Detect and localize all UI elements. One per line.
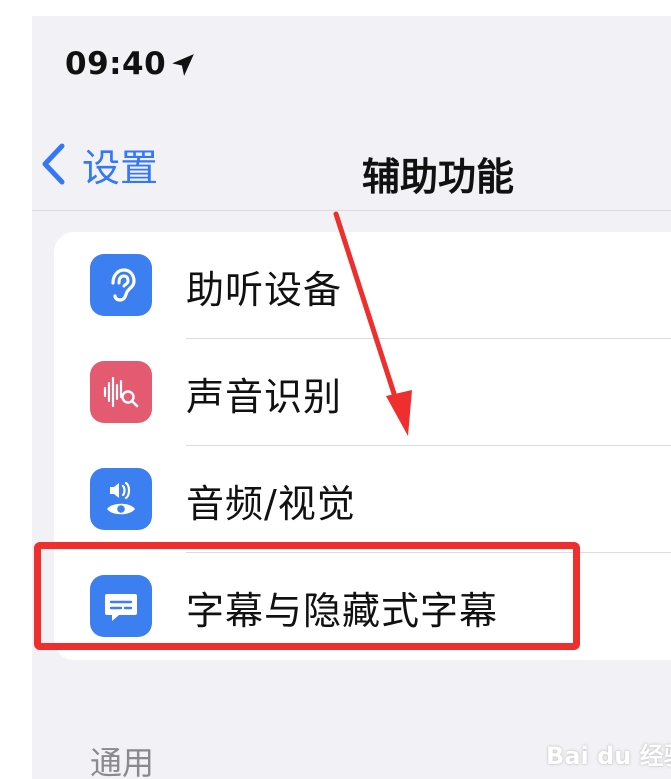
status-time: 09:40: [65, 46, 167, 82]
watermark: Bai du 经验: [546, 742, 671, 770]
navigation-bar: 设置 辅助功能: [32, 124, 671, 211]
status-bar: 09:40: [32, 16, 671, 116]
back-button[interactable]: 设置: [38, 140, 158, 190]
location-arrow-icon: [172, 54, 194, 76]
page-title: 辅助功能: [362, 155, 515, 199]
list-item-label: 声音识别: [186, 375, 343, 419]
hearing-device-icon: [90, 254, 152, 316]
back-button-label: 设置: [82, 145, 159, 190]
annotation-highlight-box: [34, 542, 580, 650]
chevron-left-icon: [42, 143, 65, 185]
list-item-audio-visual[interactable]: 音频/视觉: [54, 446, 671, 553]
sound-recognition-icon: [90, 361, 152, 423]
audio-visual-icon: [90, 468, 152, 530]
list-item-label: 助听设备: [186, 268, 343, 312]
annotation-arrow-icon: [333, 211, 412, 436]
list-item-label: 音频/视觉: [186, 482, 356, 526]
section-header-general: 通用: [90, 744, 155, 779]
